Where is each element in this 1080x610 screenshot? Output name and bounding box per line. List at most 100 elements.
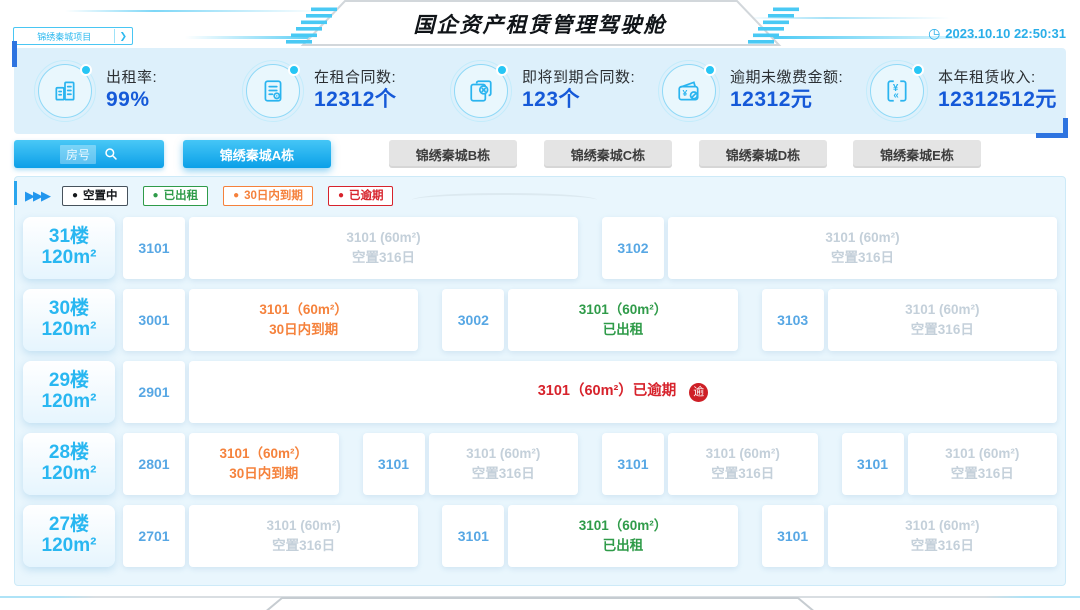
room-card[interactable]: 3101 3101 (60m²) 空置316日 <box>123 217 578 279</box>
floor-area: 120m² <box>42 392 97 413</box>
room-card[interactable]: 2701 3101 (60m²) 空置316日 <box>123 505 418 567</box>
room-content[interactable]: 3101 (60m²) 空置316日 <box>828 289 1057 351</box>
room-status: 空置316日 <box>911 320 974 340</box>
room-status: 空置316日 <box>831 248 894 268</box>
floor-label-card: 29楼 120m² <box>23 361 115 423</box>
room-content[interactable]: 3101（60m²） 已出租 <box>508 505 737 567</box>
room-status: 空置316日 <box>472 464 535 484</box>
room-number[interactable]: 2901 <box>123 361 185 423</box>
floor-rooms: 3101 3101 (60m²) 空置316日 3102 3101 (60m²)… <box>123 217 1057 279</box>
floor-row: 28楼 120m² 2801 3101（60m²） 30日内到期 3101 31… <box>23 433 1057 495</box>
room-number[interactable]: 3101 <box>123 217 185 279</box>
clock-icon: ◷ <box>928 25 940 42</box>
room-title: 3101（60m²） <box>259 300 348 320</box>
tab-building-c[interactable]: 锦绣秦城C栋 <box>544 140 672 168</box>
room-title: 3101 (60m²) <box>905 516 979 536</box>
room-number[interactable]: 3101 <box>442 505 504 567</box>
room-status: 已出租 <box>603 320 644 340</box>
room-title: 3101 (60m²) <box>346 228 420 248</box>
legend-label: 30日内到期 <box>244 189 303 203</box>
room-card[interactable]: 3103 3101 (60m²) 空置316日 <box>762 289 1057 351</box>
room-card[interactable]: 3101 3101 (60m²) 空置316日 <box>842 433 1058 495</box>
legend-dot: ● <box>153 191 159 201</box>
room-number[interactable]: 3101 <box>602 433 664 495</box>
room-card[interactable]: 3001 3101（60m²） 30日内到期 <box>123 289 418 351</box>
tab-building-b[interactable]: 锦绣秦城B栋 <box>389 140 517 168</box>
datetime-display: ◷ 2023.10.10 22:50:31 <box>928 25 1066 42</box>
floor-label-card: 30楼 120m² <box>23 289 115 351</box>
room-number[interactable]: 3101 <box>842 433 904 495</box>
triple-chevron-right-icon: ▶▶▶ <box>25 188 49 204</box>
room-content[interactable]: 3101（60m²） 30日内到期 <box>189 289 418 351</box>
room-title: 3101（60m²） <box>579 516 668 536</box>
floor-row: 29楼 120m² 2901 3101（60m²）已逾期 逾 <box>23 361 1057 423</box>
room-content[interactable]: 3101（60m²） 已出租 <box>508 289 737 351</box>
rental-income-icon: ¥ « <box>870 64 924 118</box>
room-title: 3101（60m²） <box>579 300 668 320</box>
room-card[interactable]: 2801 3101（60m²） 30日内到期 <box>123 433 339 495</box>
floor-label: 30楼 <box>49 299 89 320</box>
room-search-box[interactable]: 房号 <box>14 140 164 168</box>
floor-area: 120m² <box>42 248 97 269</box>
floor-label-card: 31楼 120m² <box>23 217 115 279</box>
legend-rented: ● 已出租 <box>143 186 209 206</box>
room-content[interactable]: 3101（60m²） 30日内到期 <box>189 433 339 495</box>
room-number[interactable]: 3101 <box>363 433 425 495</box>
floors: 31楼 120m² 3101 3101 (60m²) 空置316日 3102 3… <box>21 217 1059 567</box>
room-content[interactable]: 3101 (60m²) 空置316日 <box>908 433 1058 495</box>
legend-label: 已逾期 <box>349 189 384 203</box>
room-content[interactable]: 3101 (60m²) 空置316日 <box>828 505 1057 567</box>
room-number[interactable]: 2701 <box>123 505 185 567</box>
room-title: 3101 (60m²) <box>825 228 899 248</box>
stat-value: 99% <box>106 87 157 113</box>
tab-building-e[interactable]: 锦绣秦城E栋 <box>853 140 981 168</box>
search-icon[interactable] <box>104 147 118 161</box>
room-card[interactable]: 3101 3101 (60m²) 空置316日 <box>363 433 579 495</box>
deco-line <box>412 193 597 200</box>
footer-tab-shape <box>250 597 830 610</box>
building-icon <box>38 64 92 118</box>
room-content[interactable]: 3101 (60m²) 空置316日 <box>189 217 578 279</box>
room-card[interactable]: 3002 3101（60m²） 已出租 <box>442 289 737 351</box>
svg-text:¥: ¥ <box>683 88 688 98</box>
stat-annual-income: ¥ « 本年租赁收入: 12312512元 <box>852 64 1060 118</box>
stat-value: 12312512元 <box>938 87 1057 113</box>
corner-accent <box>12 41 17 67</box>
room-card[interactable]: 2901 3101（60m²）已逾期 逾 <box>123 361 1057 423</box>
room-card[interactable]: 3101 3101 (60m²) 空置316日 <box>762 505 1057 567</box>
room-title: 3101 (60m²) <box>267 516 341 536</box>
room-number[interactable]: 2801 <box>123 433 185 495</box>
stat-label: 逾期未缴费金额: <box>730 69 843 88</box>
floor-rooms: 3001 3101（60m²） 30日内到期 3002 3101（60m²） 已… <box>123 289 1057 351</box>
room-card[interactable]: 3102 3101 (60m²) 空置316日 <box>602 217 1057 279</box>
room-number[interactable]: 3102 <box>602 217 664 279</box>
room-number[interactable]: 3001 <box>123 289 185 351</box>
floor-label: 27楼 <box>49 515 89 536</box>
stat-active-contracts: 在租合同数: 12312个 <box>228 64 436 118</box>
room-content[interactable]: 3101 (60m²) 空置316日 <box>668 217 1057 279</box>
room-content[interactable]: 3101 (60m²) 空置316日 <box>189 505 418 567</box>
room-content[interactable]: 3101（60m²）已逾期 逾 <box>189 361 1057 423</box>
room-card[interactable]: 3101 3101（60m²） 已出租 <box>442 505 737 567</box>
tab-building-d[interactable]: 锦绣秦城D栋 <box>699 140 827 168</box>
tab-building-a[interactable]: 锦绣秦城A栋 <box>183 140 331 168</box>
floor-row: 30楼 120m² 3001 3101（60m²） 30日内到期 3002 31… <box>23 289 1057 351</box>
floor-area: 120m² <box>42 536 97 557</box>
room-title: 3101 (60m²) <box>945 444 1019 464</box>
room-card[interactable]: 3101 3101 (60m²) 空置316日 <box>602 433 818 495</box>
project-selector[interactable]: 锦绣秦城项目 ❯ <box>13 27 133 45</box>
room-number[interactable]: 3002 <box>442 289 504 351</box>
stat-label: 在租合同数: <box>314 69 396 88</box>
floor-label: 29楼 <box>49 371 89 392</box>
room-number[interactable]: 3101 <box>762 505 824 567</box>
overdue-badge: 逾 <box>689 383 708 402</box>
room-status: 空置316日 <box>711 464 774 484</box>
room-number[interactable]: 3103 <box>762 289 824 351</box>
room-content[interactable]: 3101 (60m²) 空置316日 <box>429 433 579 495</box>
room-content[interactable]: 3101 (60m²) 空置316日 <box>668 433 818 495</box>
legend-dot: ● <box>233 191 239 201</box>
search-input[interactable]: 房号 <box>60 145 96 164</box>
legend-label: 已出租 <box>164 189 199 203</box>
floor-rooms: 2901 3101（60m²）已逾期 逾 <box>123 361 1057 423</box>
contract-icon <box>246 64 300 118</box>
